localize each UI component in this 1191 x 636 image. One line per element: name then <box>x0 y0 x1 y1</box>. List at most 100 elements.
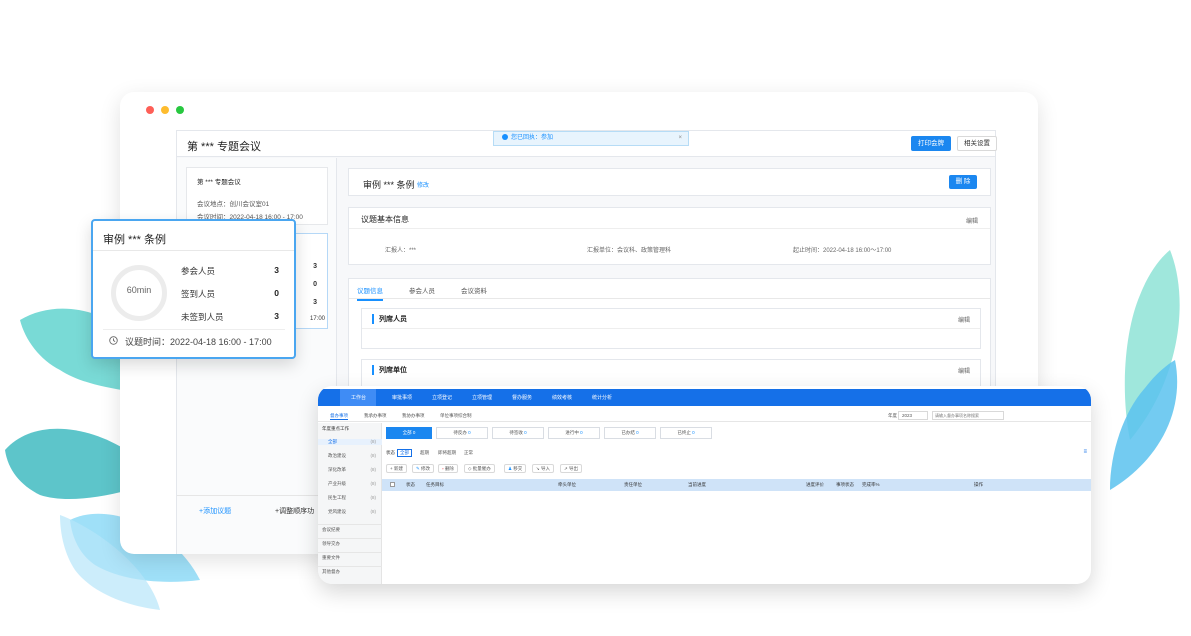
status-filter-all[interactable]: 全部 <box>397 449 412 457</box>
sidebar-group-other[interactable]: 其他督办 <box>318 566 382 575</box>
stat-pending-feedback[interactable]: 待反办 0 <box>436 427 488 439</box>
topic-title: 审例 *** 条例 <box>363 180 415 190</box>
delete-topic-button[interactable]: 删 除 <box>949 175 977 189</box>
unsigned-count-row: 未签到人员 3 <box>181 311 279 323</box>
meeting-card[interactable]: 第 *** 专题会议 会议地点：创川会议室01 会议时间：2022-04-18 … <box>186 167 328 225</box>
nav-item-project-mgmt[interactable]: 立项管理 <box>472 394 492 401</box>
export-button-label: 导出 <box>569 466 579 471</box>
sidebar-item-political-count: (8) <box>370 453 377 458</box>
stat-in-progress[interactable]: 进行中 0 <box>548 427 600 439</box>
print-badge-button[interactable]: 打印会牌 <box>911 136 951 151</box>
edit-button[interactable]: ✎ 修改 <box>412 464 435 473</box>
top-nav: 工作台 审批事项 立项登记 立项管理 督办服务 绩效考核 统计分析 <box>318 389 1091 406</box>
popup-title: 审例 *** 条例 <box>93 221 294 251</box>
subtab-my-handled[interactable]: 我承办事项 <box>364 413 387 419</box>
page-title: 第 *** 专题会议 <box>187 141 261 153</box>
minimize-dot-icon[interactable] <box>161 106 169 114</box>
unit-edit-link[interactable]: 编辑 <box>958 366 970 375</box>
new-button-label: 新建 <box>393 466 403 471</box>
basic-info-edit-link[interactable]: 编辑 <box>966 216 978 225</box>
attendee-value: 3 <box>274 265 279 275</box>
app-header: 第 *** 专题会议 您已回执：参加 × 打印会牌 相关设置 <box>177 131 997 157</box>
subtab-my-assisted[interactable]: 我协办事项 <box>402 413 425 419</box>
table-header: 状态 任务目标 牵头单位 责任单位 当前进度 进度评价 事项状态 完成率% 操作 <box>382 479 1091 491</box>
attendee-edit-link[interactable]: 编辑 <box>958 315 970 324</box>
reorder-link[interactable]: +调整顺序功 <box>275 506 314 516</box>
sidebar-item-political-label: 政治建设 <box>328 453 346 458</box>
delete-button[interactable]: ▫ 删除 <box>438 464 458 473</box>
close-icon[interactable]: × <box>678 132 682 145</box>
sidebar-group-leader[interactable]: 领导交办 <box>318 538 382 547</box>
list-view-icon[interactable]: ≡ <box>1083 449 1087 455</box>
attendee-section: 列席人员 编辑 <box>361 308 981 349</box>
status-filter-overdue[interactable]: 超期 <box>420 450 429 456</box>
nav-item-workbench[interactable]: 工作台 <box>351 394 366 401</box>
nav-item-performance[interactable]: 绩效考核 <box>552 394 572 401</box>
stat-all[interactable]: 全部 0 <box>386 427 432 439</box>
unit-field: 汇报单位：会议科、政策管理科 <box>587 248 672 254</box>
stat-pending-sign[interactable]: 待签收 0 <box>492 427 544 439</box>
select-all-checkbox[interactable] <box>390 482 395 487</box>
sidebar-item-conduct-count: (8) <box>370 509 377 514</box>
count-attendees: 3 <box>313 263 317 270</box>
stat-terminated[interactable]: 已终止 0 <box>660 427 712 439</box>
status-filter-normal[interactable]: 正常 <box>464 450 473 456</box>
nav-item-registration[interactable]: 立项登记 <box>432 394 452 401</box>
sidebar-item-industry[interactable]: 产业升级 (8) <box>318 481 382 487</box>
maximize-dot-icon[interactable] <box>176 106 184 114</box>
batch-urge-button[interactable]: ◇ 批量催办 <box>464 464 495 473</box>
stat-in-progress-value: 0 <box>580 430 583 435</box>
edit-button-label: 修改 <box>421 466 431 471</box>
sidebar-group-documents[interactable]: 重要文件 <box>318 552 382 561</box>
tab-topic-info[interactable]: 议题信息 <box>357 285 383 301</box>
sidebar-group-other-label: 其他督办 <box>322 569 340 574</box>
import-button[interactable]: ↘ 导入 <box>532 464 555 473</box>
sidebar-group-annual-label: 年度重点工作 <box>322 426 349 431</box>
year-select[interactable]: 2023 <box>898 411 928 420</box>
stat-pending-sign-label: 待签收 <box>509 430 523 435</box>
composite-canvas: 第 *** 专题会议 您已回执：参加 × 打印会牌 相关设置 第 *** 专题会… <box>0 0 1191 636</box>
signed-value: 0 <box>274 288 279 298</box>
topic-stats-popup: 审例 *** 条例 60min 参会人员 3 签到人员 0 未签到人员 3 议题时间：… <box>91 219 296 359</box>
subtab-unit-items[interactable]: 单位事项综合制 <box>440 413 472 419</box>
stat-terminated-label: 已终止 <box>677 430 691 435</box>
sidebar-item-all-count: (8) <box>370 439 377 444</box>
sidebar-item-all[interactable]: 全部 (8) <box>318 439 382 445</box>
topic-time-fragment: 17:00 <box>309 316 325 322</box>
stat-completed[interactable]: 已办结 0 <box>604 427 656 439</box>
add-topic-link[interactable]: +添加议题 <box>199 506 231 516</box>
settings-button[interactable]: 相关设置 <box>957 136 997 151</box>
nav-item-supervision[interactable]: 督办服务 <box>512 394 532 401</box>
sidebar-group-leader-label: 领导交办 <box>322 541 340 546</box>
popup-time: 议题时间：2022-04-18 16:00 - 17:00 <box>125 337 272 347</box>
transfer-button[interactable]: ♟ 移交 <box>504 464 527 473</box>
tab-materials[interactable]: 会议资料 <box>461 285 487 295</box>
reply-notice: 您已回执：参加 × <box>493 131 689 146</box>
year-value: 2023 <box>902 413 913 418</box>
export-button[interactable]: ↗ 导出 <box>560 464 583 473</box>
attendee-section-divider <box>362 328 980 329</box>
status-filter-near-overdue[interactable]: 即将超期 <box>438 450 456 456</box>
delete-button-label: 删除 <box>444 466 454 471</box>
count-unsigned: 3 <box>313 299 317 306</box>
close-dot-icon[interactable] <box>146 106 154 114</box>
attendee-section-title: 列席人员 <box>372 314 407 324</box>
sidebar-item-reform[interactable]: 深化改革 (8) <box>318 467 382 473</box>
topic-edit-link[interactable]: 修改 <box>417 180 429 189</box>
meeting-card-title: 第 *** 专题会议 <box>197 179 241 186</box>
sidebar-group-annual[interactable]: 年度重点工作 <box>318 426 382 432</box>
sidebar-item-industry-count: (8) <box>370 481 377 486</box>
new-button[interactable]: + 新建 <box>386 464 407 473</box>
nav-item-approval[interactable]: 审批事项 <box>392 394 412 401</box>
duration-label: 60min <box>126 285 152 295</box>
subtab-supervision-items[interactable]: 督办事项 <box>330 413 348 420</box>
nav-item-statistics[interactable]: 统计分析 <box>592 394 612 401</box>
sidebar-group-minutes[interactable]: 会议纪要 <box>318 524 382 533</box>
basic-info-card: 议题基本信息 编辑 汇报人：*** 汇报单位：会议科、政策管理科 起止时间：20… <box>348 207 991 265</box>
search-input[interactable] <box>932 411 1004 420</box>
tab-attendees[interactable]: 参会人员 <box>409 285 435 295</box>
sidebar-item-conduct[interactable]: 党风建设 (8) <box>318 509 382 515</box>
sidebar-item-political[interactable]: 政治建设 (8) <box>318 453 382 459</box>
col-progress: 当前进度 <box>688 482 706 487</box>
sidebar-item-livelihood[interactable]: 民生工程 (8) <box>318 495 382 501</box>
